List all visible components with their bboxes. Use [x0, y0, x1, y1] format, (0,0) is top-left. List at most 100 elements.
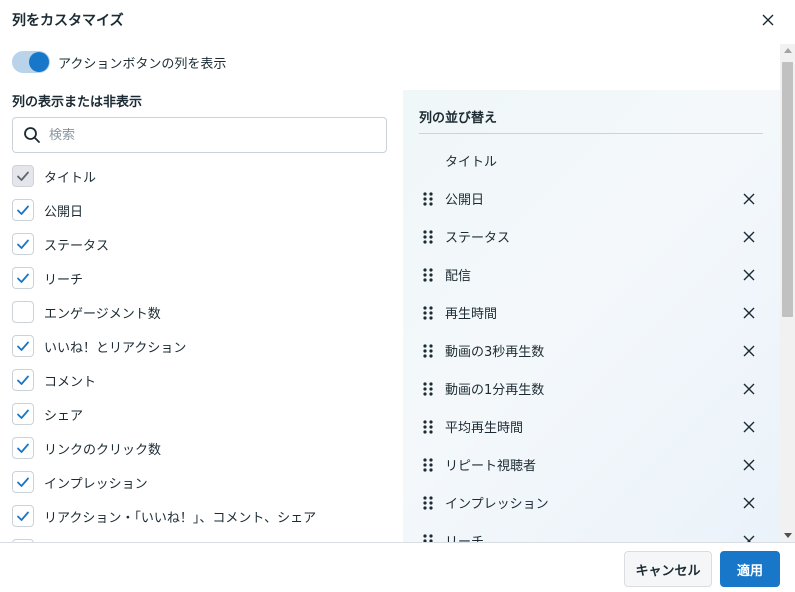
- remove-column-button[interactable]: [742, 267, 756, 281]
- close-icon: [743, 193, 755, 205]
- reorder-item-label: タイトル: [445, 154, 498, 170]
- scroll-up-arrow-icon[interactable]: [784, 48, 792, 53]
- reorder-item[interactable]: リピート視聴者: [403, 445, 780, 483]
- checkbox-label: リンクのクリック数: [44, 442, 162, 458]
- close-icon: [743, 535, 755, 542]
- column-checkbox-item[interactable]: いいね！とリアクション: [12, 329, 397, 363]
- drag-handle-icon[interactable]: [422, 267, 434, 282]
- checkbox[interactable]: [12, 403, 34, 425]
- column-checkbox-item[interactable]: リアクション・「いいね！」、コメント、シェア: [12, 499, 397, 533]
- checkmark-icon: [17, 409, 29, 419]
- scroll-down-arrow-icon[interactable]: [784, 533, 792, 538]
- customize-columns-dialog: 列をカスタマイズ アクションボタンの列を表示 列の表示または非表示 タイトル公開…: [0, 0, 795, 592]
- drag-handle-icon[interactable]: [422, 381, 434, 396]
- checkbox-label: インプレッション: [44, 476, 148, 492]
- column-checkbox-item[interactable]: インプレッション: [12, 465, 397, 499]
- remove-column-button[interactable]: [742, 381, 756, 395]
- column-checkbox-item[interactable]: エンゲージメント数: [12, 295, 397, 329]
- column-checkbox-item[interactable]: ステータス: [12, 227, 397, 261]
- drag-handle-icon[interactable]: [422, 305, 434, 320]
- checkmark-icon: [17, 205, 29, 215]
- drag-handle-icon[interactable]: [422, 419, 434, 434]
- reorder-item[interactable]: 配信: [403, 255, 780, 293]
- column-checkbox-item[interactable]: タイトル: [12, 159, 397, 193]
- reorder-item-label: 配信: [445, 268, 472, 284]
- close-icon: [743, 307, 755, 319]
- reorder-item: タイトル: [403, 141, 780, 179]
- reorder-item[interactable]: 動画の1分再生数: [403, 369, 780, 407]
- action-button-toggle[interactable]: [12, 51, 50, 73]
- apply-button[interactable]: 適用: [720, 551, 780, 587]
- remove-column-button[interactable]: [742, 191, 756, 205]
- reorder-panel: 列の並び替え タイトル 公開日 ステータス 配信 再生時間 動画の3秒再生数 動画の1分再生…: [403, 90, 780, 542]
- checkbox-label: エンゲージメント数: [44, 306, 161, 322]
- drag-handle-icon[interactable]: [422, 533, 434, 542]
- reorder-list: タイトル公開日ステータス配信再生時間 動画の3秒再生数 動画の1分再生数平均再生時間…: [403, 141, 780, 542]
- close-icon: [743, 497, 755, 509]
- checkbox-label: リアクション・「いいね！」、コメント、シェア: [44, 510, 317, 526]
- dialog-footer: キャンセル 適用: [0, 542, 795, 592]
- checkmark-icon: [17, 511, 29, 521]
- checkbox[interactable]: [12, 267, 34, 289]
- scroll-thumb[interactable]: [782, 62, 793, 317]
- checkbox[interactable]: [12, 369, 34, 391]
- column-checkbox-item[interactable]: コメント: [12, 363, 397, 397]
- remove-column-button[interactable]: [742, 419, 756, 433]
- drag-handle-icon[interactable]: [422, 457, 434, 472]
- reorder-item-label: リピート視聴者: [445, 458, 537, 474]
- reorder-item[interactable]: 平均再生時間: [403, 407, 780, 445]
- action-button-toggle-row: アクションボタンの列を表示: [12, 51, 226, 73]
- column-checkbox-item[interactable]: 公開日: [12, 193, 397, 227]
- remove-column-button[interactable]: [742, 343, 756, 357]
- checkmark-icon: [17, 341, 29, 351]
- dialog-body: アクションボタンの列を表示 列の表示または非表示 タイトル公開日ステータスリーチ…: [0, 44, 780, 542]
- cancel-button[interactable]: キャンセル: [624, 551, 712, 587]
- column-checkbox-list: タイトル 公開日ステータスリーチエンゲージメント数いいね！とリアクションコメントシ…: [12, 159, 397, 542]
- checkbox-label: シェア: [44, 408, 84, 424]
- column-checkbox-item[interactable]: リンクのクリック数: [12, 431, 397, 465]
- checkbox[interactable]: [12, 335, 34, 357]
- reorder-item-label: インプレッション: [445, 496, 549, 512]
- remove-column-button[interactable]: [742, 305, 756, 319]
- reorder-item[interactable]: リーチ: [403, 521, 780, 542]
- remove-column-button[interactable]: [742, 457, 756, 471]
- drag-handle-icon[interactable]: [422, 191, 434, 206]
- checkbox[interactable]: [12, 471, 34, 493]
- checkbox[interactable]: [12, 233, 34, 255]
- checkbox[interactable]: [12, 301, 34, 323]
- reorder-item-label: 平均再生時間: [445, 420, 524, 436]
- checkbox-label: ステータス: [44, 238, 110, 254]
- remove-column-button[interactable]: [742, 229, 756, 243]
- reorder-item[interactable]: インプレッション: [403, 483, 780, 521]
- reorder-item-label: ステータス: [445, 230, 511, 246]
- reorder-item[interactable]: 公開日: [403, 179, 780, 217]
- remove-column-button[interactable]: [742, 495, 756, 509]
- drag-handle-icon[interactable]: [422, 495, 434, 510]
- checkbox[interactable]: [12, 505, 34, 527]
- reorder-divider: [419, 133, 763, 134]
- dialog-title: 列をカスタマイズ: [12, 13, 124, 29]
- reorder-item[interactable]: 動画の3秒再生数: [403, 331, 780, 369]
- remove-column-button[interactable]: [742, 533, 756, 542]
- checkbox[interactable]: [12, 199, 34, 221]
- checkmark-icon: [17, 477, 29, 487]
- checkbox-label: リーチ: [44, 272, 84, 288]
- column-checkbox-item[interactable]: [12, 533, 397, 542]
- column-checkbox-item[interactable]: リーチ: [12, 261, 397, 295]
- checkbox[interactable]: [12, 437, 34, 459]
- reorder-item-label: リーチ: [445, 534, 485, 543]
- toggle-knob: [29, 52, 49, 72]
- reorder-item[interactable]: ステータス: [403, 217, 780, 255]
- column-checkbox-item[interactable]: シェア: [12, 397, 397, 431]
- close-button[interactable]: [758, 10, 778, 30]
- reorder-item[interactable]: 再生時間: [403, 293, 780, 331]
- search-input[interactable]: [49, 127, 369, 143]
- checkmark-icon: [17, 443, 29, 453]
- close-icon: [743, 269, 755, 281]
- scrollbar[interactable]: [780, 44, 795, 542]
- drag-handle-icon[interactable]: [422, 343, 434, 358]
- drag-handle-icon[interactable]: [422, 229, 434, 244]
- close-icon: [743, 345, 755, 357]
- checkbox-label: いいね！とリアクション: [44, 340, 187, 356]
- checkbox[interactable]: [12, 165, 34, 187]
